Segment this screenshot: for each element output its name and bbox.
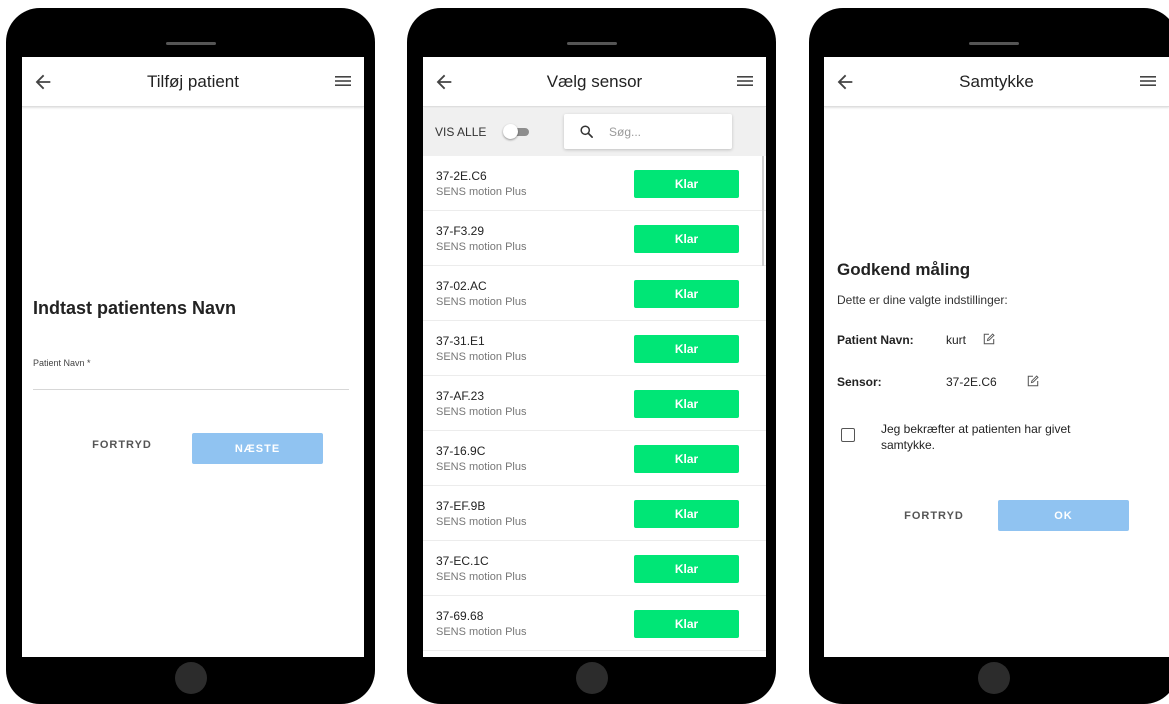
- sensor-row[interactable]: 37-69.68 SENS motion Plus Klar: [423, 596, 766, 651]
- app-bar: Vælg sensor: [423, 57, 766, 107]
- sensor-type: SENS motion Plus: [436, 351, 527, 363]
- sensor-type: SENS motion Plus: [436, 516, 527, 528]
- section-heading: Indtast patientens Navn: [33, 298, 237, 318]
- ok-button[interactable]: OK: [998, 500, 1129, 531]
- sensor-type: SENS motion Plus: [436, 571, 527, 583]
- sensor-ready-button[interactable]: Klar: [634, 555, 739, 583]
- filter-bar: VIS ALLE: [423, 108, 766, 156]
- sensor-row[interactable]: 37-16.9C SENS motion Plus Klar: [423, 431, 766, 486]
- section-heading: Godkend måling: [837, 260, 971, 279]
- sensor-id: 37-EF.9B: [436, 499, 486, 513]
- patient-name-label: Patient Navn:: [837, 333, 914, 347]
- sensor-id: 37-69.68: [436, 609, 484, 623]
- phone-speaker: [165, 42, 216, 45]
- show-all-label: VIS ALLE: [435, 125, 487, 139]
- search-icon: [580, 125, 593, 138]
- sensor-id: 37-EC.1C: [436, 554, 489, 568]
- sensor-row[interactable]: 37-31.E1 SENS motion Plus Klar: [423, 321, 766, 376]
- phone-speaker: [968, 42, 1019, 45]
- sensor-row[interactable]: 37-EC.1C SENS motion Plus Klar: [423, 541, 766, 596]
- page-title: Samtykke: [959, 72, 1034, 91]
- consent-checkbox[interactable]: [841, 428, 855, 442]
- sensor-ready-button[interactable]: Klar: [634, 170, 739, 198]
- search-input[interactable]: [609, 123, 724, 141]
- sensor-row[interactable]: 37-02.AC SENS motion Plus Klar: [423, 266, 766, 321]
- cancel-button[interactable]: FORTRYD: [889, 506, 979, 526]
- screen-add-patient: Tilføj patient Indtast patientens Navn P…: [22, 57, 364, 657]
- list-scrollbar[interactable]: [762, 156, 764, 266]
- sensor-id: 37-02.AC: [436, 279, 487, 293]
- app-bar: Tilføj patient: [22, 57, 364, 107]
- sensor-id: 37-31.E1: [436, 334, 485, 348]
- sensor-ready-button[interactable]: Klar: [634, 500, 739, 528]
- sensor-ready-button[interactable]: Klar: [634, 335, 739, 363]
- sensor-row[interactable]: 37-EF.9B SENS motion Plus Klar: [423, 486, 766, 541]
- sensor-type: SENS motion Plus: [436, 186, 527, 198]
- sensor-ready-button[interactable]: Klar: [634, 390, 739, 418]
- phone-frame-add-patient: Tilføj patient Indtast patientens Navn P…: [6, 8, 375, 704]
- cancel-button[interactable]: FORTRYD: [82, 435, 162, 455]
- screen-consent: Samtykke Godkend måling Dette er dine va…: [824, 57, 1169, 657]
- sensor-type: SENS motion Plus: [436, 241, 527, 253]
- patient-name-input[interactable]: [33, 369, 349, 390]
- sensor-row[interactable]: 37-2E.C6 SENS motion Plus Klar: [423, 156, 766, 211]
- app-bar: Samtykke: [824, 57, 1169, 107]
- hamburger-menu-icon[interactable]: [1139, 73, 1157, 89]
- edit-icon[interactable]: [983, 333, 995, 345]
- section-subtitle: Dette er dine valgte indstillinger:: [837, 293, 1008, 307]
- sensor-label: Sensor:: [837, 375, 882, 389]
- sensor-ready-button[interactable]: Klar: [634, 445, 739, 473]
- sensor-type: SENS motion Plus: [436, 296, 527, 308]
- sensor-type: SENS motion Plus: [436, 461, 527, 473]
- home-button: [575, 662, 608, 694]
- sensor-id: 37-16.9C: [436, 444, 486, 458]
- sensor-ready-button[interactable]: Klar: [634, 610, 739, 638]
- phone-frame-consent: Samtykke Godkend måling Dette er dine va…: [809, 8, 1169, 704]
- sensor-type: SENS motion Plus: [436, 406, 527, 418]
- next-button[interactable]: NÆSTE: [192, 433, 323, 464]
- search-box: [564, 114, 732, 149]
- patient-name-value: kurt: [946, 333, 967, 347]
- patient-name-label: Patient Navn *: [33, 358, 91, 368]
- home-button: [977, 662, 1010, 694]
- sensor-id: 37-2E.C6: [436, 169, 487, 183]
- hamburger-menu-icon[interactable]: [334, 73, 352, 89]
- sensor-row[interactable]: 37-AF.23 SENS motion Plus Klar: [423, 376, 766, 431]
- home-button: [174, 662, 207, 694]
- sensor-id: 37-AF.23: [436, 389, 485, 403]
- sensor-ready-button[interactable]: Klar: [634, 280, 739, 308]
- hamburger-menu-icon[interactable]: [736, 73, 754, 89]
- sensor-value: 37-2E.C6: [946, 375, 997, 389]
- sensor-id: 37-F3.29: [436, 224, 485, 238]
- consent-text: Jeg bekræfter at patienten har givet sam…: [881, 422, 1071, 452]
- sensor-row[interactable]: 37-F3.29 SENS motion Plus Klar: [423, 211, 766, 266]
- phone-frame-select-sensor: Vælg sensor VIS ALLE 37-2E.C6 SENS motion…: [407, 8, 776, 704]
- edit-icon[interactable]: [1027, 375, 1039, 387]
- show-all-toggle[interactable]: [503, 124, 529, 139]
- screen-select-sensor: Vælg sensor VIS ALLE 37-2E.C6 SENS motion…: [423, 57, 766, 657]
- sensor-ready-button[interactable]: Klar: [634, 225, 739, 253]
- sensor-type: SENS motion Plus: [436, 626, 527, 638]
- page-title: Tilføj patient: [147, 72, 239, 91]
- phone-speaker: [566, 42, 617, 45]
- page-title: Vælg sensor: [546, 72, 643, 91]
- toggle-thumb: [503, 124, 518, 139]
